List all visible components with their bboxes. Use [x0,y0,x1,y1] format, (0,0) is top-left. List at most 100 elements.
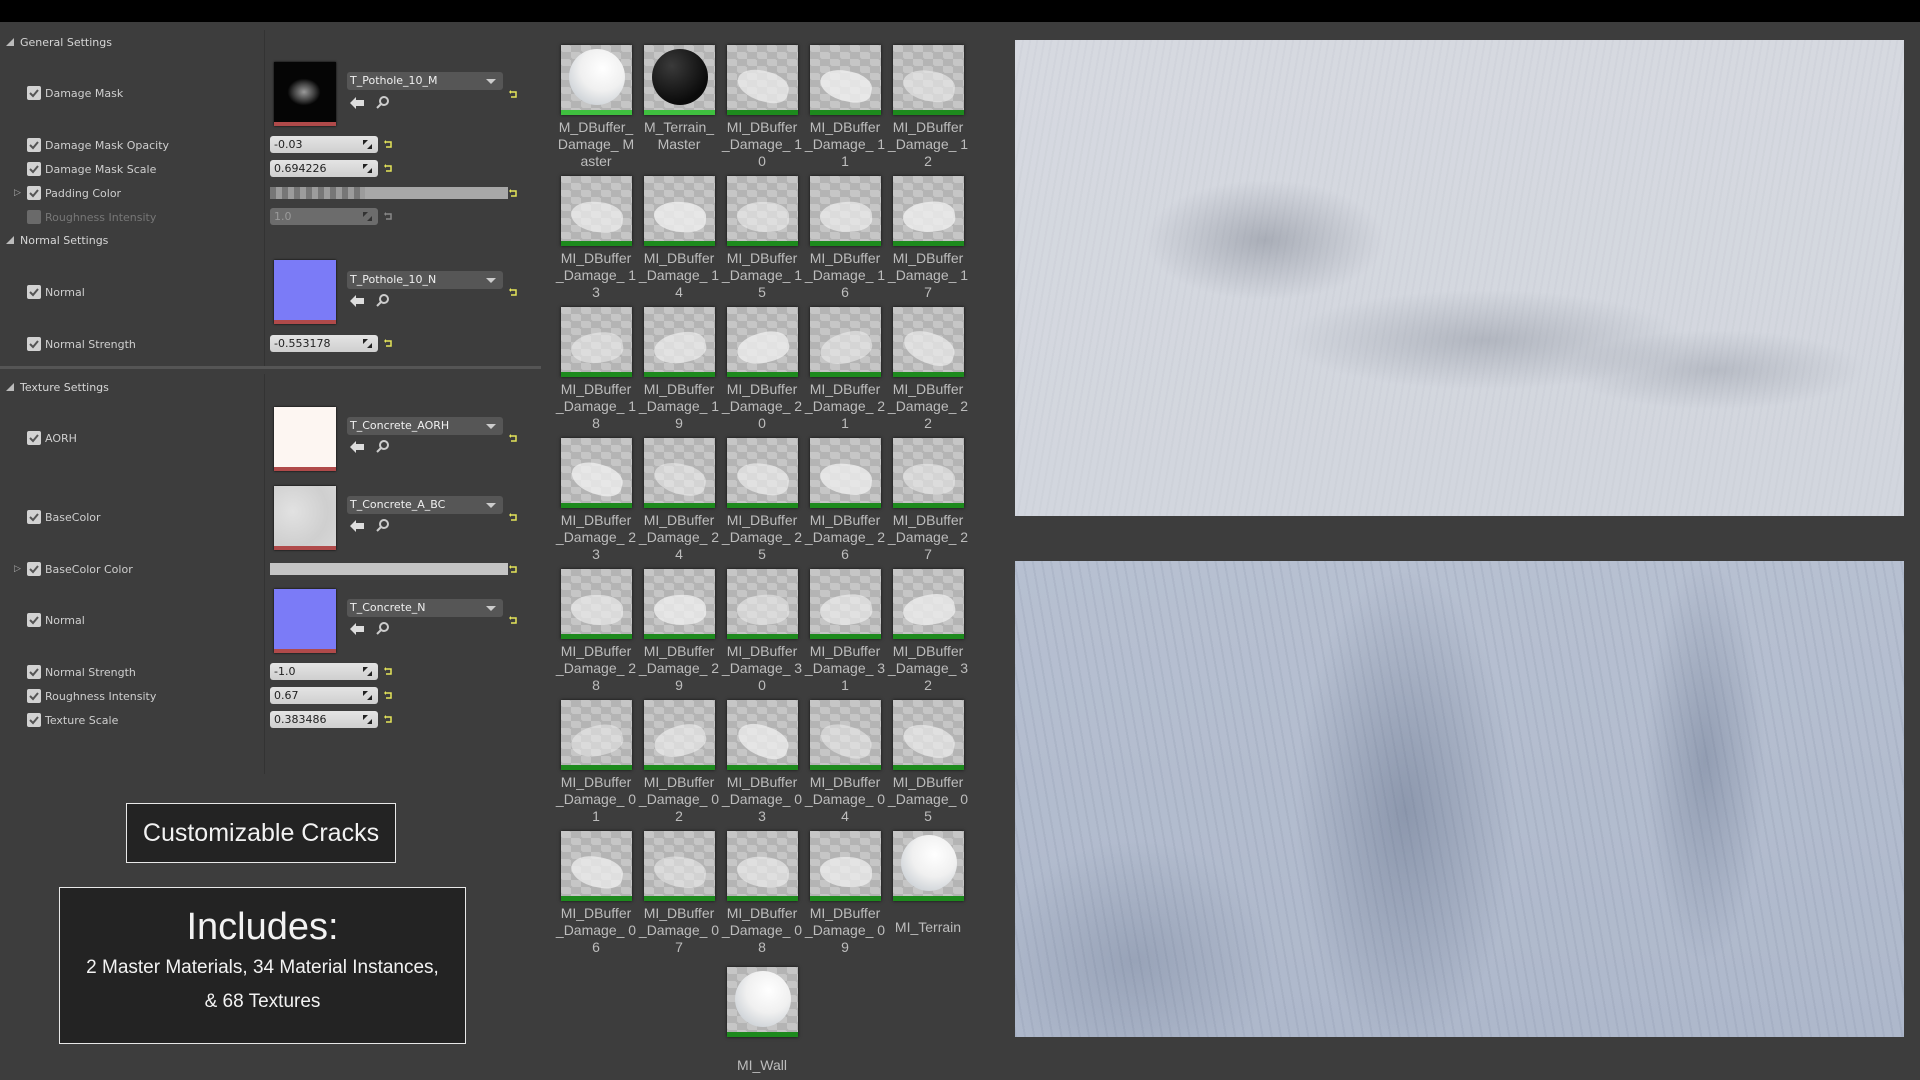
numeric-input[interactable]: 1.0 [270,208,378,225]
asset-thumbnail[interactable] [643,45,715,115]
asset-tile[interactable]: MI_Wall [721,967,803,1074]
asset-thumbnail[interactable] [809,831,881,901]
asset-tile[interactable]: MI_DBuffer _Damage_ 30 [721,569,803,694]
param-checkbox[interactable] [27,86,41,100]
numeric-input[interactable]: 0.67 [270,687,378,704]
reset-to-default-icon[interactable] [509,434,517,442]
asset-thumbnail[interactable] [643,176,715,246]
reset-to-default-icon[interactable] [509,616,517,624]
asset-tile[interactable]: MI_DBuffer _Damage_ 13 [555,176,637,301]
numeric-input[interactable]: 0.383486 [270,711,378,728]
asset-picker-combo[interactable]: T_Concrete_AORH [347,417,503,435]
section-normal-settings[interactable]: Normal Settings [0,229,541,251]
texture-thumbnail[interactable] [274,486,336,550]
asset-thumbnail[interactable] [560,700,632,770]
asset-thumbnail[interactable] [560,438,632,508]
asset-tile[interactable]: MI_DBuffer _Damage_ 26 [804,438,886,563]
browse-search-icon[interactable] [376,440,389,453]
asset-tile[interactable]: MI_DBuffer _Damage_ 06 [555,831,637,956]
reset-to-default-icon[interactable] [509,513,517,521]
asset-thumbnail[interactable] [726,831,798,901]
param-checkbox[interactable] [27,162,41,176]
asset-thumbnail[interactable] [726,438,798,508]
reset-to-default-icon[interactable] [509,90,517,98]
asset-thumbnail[interactable] [892,307,964,377]
param-checkbox[interactable] [27,285,41,299]
numeric-input[interactable]: -1.0 [270,663,378,680]
param-checkbox[interactable] [27,337,41,351]
reset-to-default-icon[interactable] [384,691,392,699]
asset-tile[interactable]: MI_DBuffer _Damage_ 14 [638,176,720,301]
asset-tile[interactable]: MI_DBuffer _Damage_ 19 [638,307,720,432]
asset-tile[interactable]: MI_DBuffer _Damage_ 07 [638,831,720,956]
asset-thumbnail[interactable] [809,438,881,508]
asset-tile[interactable]: MI_DBuffer _Damage_ 05 [887,700,969,825]
drag-spin-icon[interactable] [363,667,372,676]
asset-picker-combo[interactable]: T_Pothole_10_M [347,72,503,90]
asset-tile[interactable]: MI_DBuffer _Damage_ 08 [721,831,803,956]
asset-tile[interactable]: MI_DBuffer _Damage_ 02 [638,700,720,825]
asset-tile[interactable]: MI_DBuffer _Damage_ 31 [804,569,886,694]
asset-tile[interactable]: MI_DBuffer _Damage_ 23 [555,438,637,563]
asset-tile[interactable]: MI_DBuffer _Damage_ 24 [638,438,720,563]
asset-thumbnail[interactable] [560,45,632,115]
param-checkbox[interactable] [27,562,41,576]
asset-thumbnail[interactable] [560,307,632,377]
asset-picker-combo[interactable]: T_Pothole_10_N [347,271,503,289]
asset-tile[interactable]: MI_DBuffer _Damage_ 15 [721,176,803,301]
use-selected-arrow-icon[interactable] [350,440,364,453]
asset-tile[interactable]: MI_DBuffer _Damage_ 22 [887,307,969,432]
texture-thumbnail[interactable] [274,62,336,126]
asset-thumbnail[interactable] [643,438,715,508]
asset-thumbnail[interactable] [892,45,964,115]
asset-thumbnail[interactable] [726,307,798,377]
drag-spin-icon[interactable] [363,339,372,348]
asset-tile[interactable]: MI_DBuffer _Damage_ 21 [804,307,886,432]
asset-tile[interactable]: MI_DBuffer _Damage_ 18 [555,307,637,432]
asset-tile[interactable]: MI_DBuffer _Damage_ 28 [555,569,637,694]
param-checkbox[interactable] [27,431,41,445]
asset-thumbnail[interactable] [809,307,881,377]
reset-to-default-icon[interactable] [509,565,517,573]
param-checkbox[interactable] [27,510,41,524]
browse-search-icon[interactable] [376,622,389,635]
asset-tile[interactable]: MI_DBuffer _Damage_ 16 [804,176,886,301]
asset-thumbnail[interactable] [643,700,715,770]
asset-tile[interactable]: MI_DBuffer _Damage_ 17 [887,176,969,301]
param-checkbox[interactable] [27,138,41,152]
asset-picker-combo[interactable]: T_Concrete_N [347,599,503,617]
asset-thumbnail[interactable] [892,700,964,770]
browse-search-icon[interactable] [376,294,389,307]
asset-thumbnail[interactable] [643,569,715,639]
reset-to-default-icon[interactable] [384,667,392,675]
drag-spin-icon[interactable] [363,164,372,173]
drag-spin-icon[interactable] [363,715,372,724]
reset-to-default-icon[interactable] [384,212,392,220]
asset-thumbnail[interactable] [809,176,881,246]
asset-tile[interactable]: M_DBuffer_ Damage_ Master [555,45,637,170]
asset-tile[interactable]: MI_DBuffer _Damage_ 27 [887,438,969,563]
asset-thumbnail[interactable] [726,45,798,115]
use-selected-arrow-icon[interactable] [350,96,364,109]
asset-tile[interactable]: MI_Terrain [887,831,969,936]
section-general-settings[interactable]: General Settings [0,31,541,53]
expand-triangle-icon[interactable]: ▷ [14,561,21,577]
reset-to-default-icon[interactable] [509,189,517,197]
asset-tile[interactable]: MI_DBuffer _Damage_ 04 [804,700,886,825]
asset-tile[interactable]: MI_DBuffer _Damage_ 01 [555,700,637,825]
asset-thumbnail[interactable] [560,176,632,246]
param-checkbox[interactable] [27,210,41,224]
asset-tile[interactable]: MI_DBuffer _Damage_ 09 [804,831,886,956]
asset-thumbnail[interactable] [560,569,632,639]
reset-to-default-icon[interactable] [384,140,392,148]
asset-tile[interactable]: MI_DBuffer _Damage_ 32 [887,569,969,694]
drag-spin-icon[interactable] [363,140,372,149]
asset-tile[interactable]: M_Terrain_ Master [638,45,720,153]
reset-to-default-icon[interactable] [384,339,392,347]
asset-thumbnail[interactable] [892,176,964,246]
asset-thumbnail[interactable] [560,831,632,901]
param-checkbox[interactable] [27,613,41,627]
reset-to-default-icon[interactable] [384,164,392,172]
asset-tile[interactable]: MI_DBuffer _Damage_ 20 [721,307,803,432]
asset-thumbnail[interactable] [892,831,964,901]
